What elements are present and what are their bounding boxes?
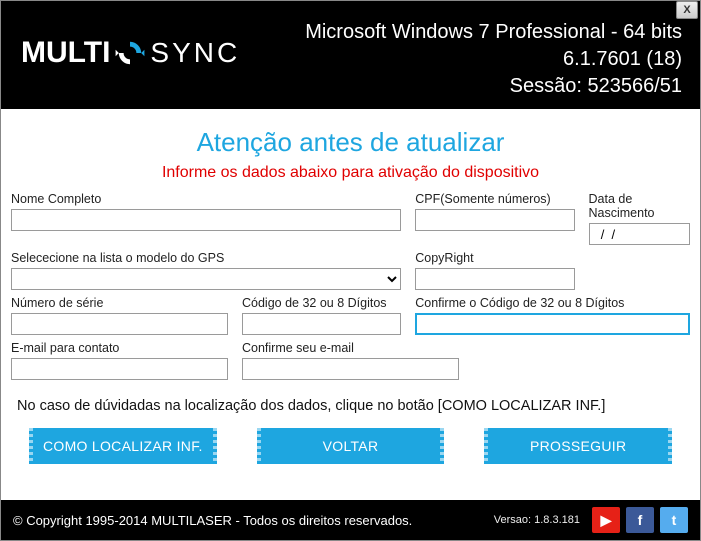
input-nome[interactable] <box>11 209 401 231</box>
field-codigo: Código de 32 ou 8 Dígitos <box>242 296 401 335</box>
label-serie: Número de série <box>11 296 228 310</box>
app-logo: MULTI SYNC <box>21 36 240 70</box>
field-confirme-email: Confirme seu e-mail <box>242 341 459 380</box>
system-info: Microsoft Windows 7 Professional - 64 bi… <box>305 19 682 100</box>
os-info: Microsoft Windows 7 Professional - 64 bi… <box>305 19 682 46</box>
field-serie: Número de série <box>11 296 228 335</box>
helper-text: No caso de dúvidadas na localização dos … <box>17 398 684 414</box>
label-nascimento: Data de Nascimento <box>589 192 691 220</box>
input-serie[interactable] <box>11 313 228 335</box>
twitter-icon[interactable]: t <box>660 507 688 533</box>
session-id: Sessão: 523566/51 <box>305 73 682 100</box>
select-gps-model[interactable] <box>11 268 401 290</box>
input-codigo[interactable] <box>242 313 401 335</box>
button-row: COMO LOCALIZAR INF. VOLTAR PROSSEGUIR <box>11 428 690 464</box>
label-copyright: CopyRight <box>415 251 574 265</box>
locate-info-button[interactable]: COMO LOCALIZAR INF. <box>29 428 217 464</box>
input-confirme-codigo[interactable] <box>415 313 690 335</box>
input-confirme-email[interactable] <box>242 358 459 380</box>
youtube-icon[interactable]: ▶ <box>592 507 620 533</box>
label-email: E-mail para contato <box>11 341 228 355</box>
facebook-icon[interactable]: f <box>626 507 654 533</box>
field-nascimento: Data de Nascimento <box>589 192 691 245</box>
label-cpf: CPF(Somente números) <box>415 192 574 206</box>
social-links: ▶ f t <box>592 507 688 533</box>
content-area: Atenção antes de atualizar Informe os da… <box>1 109 700 464</box>
sync-arrows-icon <box>114 37 146 69</box>
proceed-button[interactable]: PROSSEGUIR <box>484 428 672 464</box>
label-confirme-codigo: Confirme o Código de 32 ou 8 Dígitos <box>415 296 690 310</box>
footer: © Copyright 1995-2014 MULTILASER - Todos… <box>1 500 700 540</box>
label-confirme-email: Confirme seu e-mail <box>242 341 459 355</box>
input-email[interactable] <box>11 358 228 380</box>
page-title: Atenção antes de atualizar <box>11 127 690 158</box>
footer-copyright: © Copyright 1995-2014 MULTILASER - Todos… <box>13 513 412 528</box>
input-nascimento[interactable] <box>589 223 691 245</box>
input-cpf[interactable] <box>415 209 574 231</box>
close-button[interactable]: X <box>676 1 698 19</box>
app-window: X MULTI SYNC Microsoft Windows 7 Profess… <box>0 0 701 541</box>
input-copyright[interactable] <box>415 268 574 290</box>
back-button[interactable]: VOLTAR <box>257 428 445 464</box>
field-copyright: CopyRight <box>415 251 574 290</box>
spacer-1 <box>589 251 691 290</box>
label-nome: Nome Completo <box>11 192 401 206</box>
os-version: 6.1.7601 (18) <box>305 46 682 73</box>
field-cpf: CPF(Somente números) <box>415 192 574 245</box>
footer-version: Versao: 1.8.3.181 <box>494 514 580 526</box>
spacer-2 <box>473 341 690 380</box>
logo-text-multi: MULTI <box>21 36 110 70</box>
page-subtitle: Informe os dados abaixo para ativação do… <box>11 164 690 182</box>
field-confirme-codigo: Confirme o Código de 32 ou 8 Dígitos <box>415 296 690 335</box>
label-codigo: Código de 32 ou 8 Dígitos <box>242 296 401 310</box>
label-gps: Selececione na lista o modelo do GPS <box>11 251 401 265</box>
logo-text-sync: SYNC <box>150 37 240 69</box>
header: MULTI SYNC Microsoft Windows 7 Professio… <box>1 1 700 109</box>
activation-form: Nome Completo CPF(Somente números) Data … <box>11 192 690 380</box>
field-email: E-mail para contato <box>11 341 228 380</box>
field-nome: Nome Completo <box>11 192 401 245</box>
field-gps-model: Selececione na lista o modelo do GPS <box>11 251 401 290</box>
